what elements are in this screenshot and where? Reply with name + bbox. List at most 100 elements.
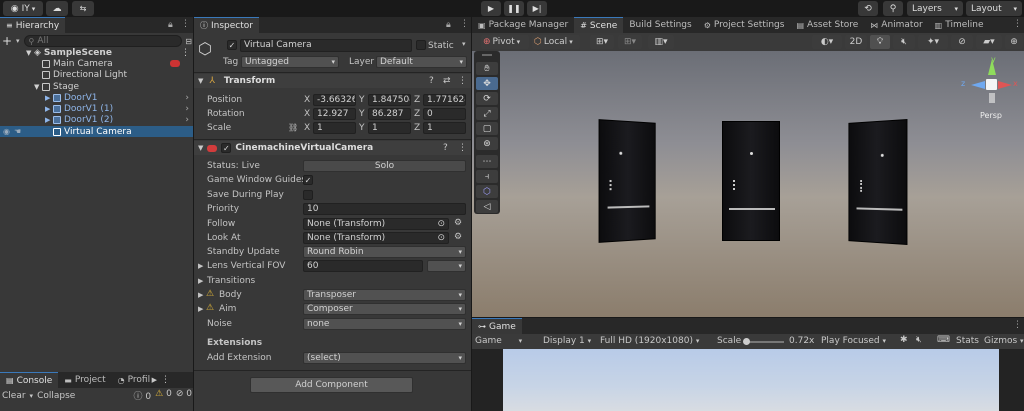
standby-update-dropdown[interactable]: Round Robin ▾ xyxy=(303,246,466,258)
tab-animator[interactable]: ⋈ Animator xyxy=(864,17,928,33)
expand-arrow-icon[interactable]: ▶ xyxy=(45,116,50,124)
noise-dropdown[interactable]: none ▾ xyxy=(303,318,466,330)
kebab-menu-icon[interactable]: ⋮ xyxy=(181,19,190,29)
gizmos-button[interactable]: Gizmos ▾ xyxy=(984,336,1024,346)
position-x-field[interactable]: -3.66326 xyxy=(313,94,356,106)
lighting-toggle[interactable]: 💡︎ xyxy=(870,35,890,49)
play-focused-dropdown[interactable]: Play Focused ▾ xyxy=(821,336,886,346)
bug-icon[interactable]: ✱ xyxy=(900,335,908,345)
play-button[interactable]: ▶ xyxy=(481,1,501,16)
custom-tool-4[interactable]: ◁ xyxy=(476,200,498,213)
expand-arrow-icon[interactable]: ▶ xyxy=(198,262,203,270)
static-checkbox[interactable] xyxy=(416,40,426,50)
lens-preset-dropdown[interactable]: ▾ xyxy=(427,260,466,272)
add-extension-dropdown[interactable]: (select) ▾ xyxy=(303,352,466,364)
rotate-tool[interactable]: ⟳ xyxy=(476,92,498,105)
history-button[interactable]: ⟲ xyxy=(858,1,878,16)
search-button[interactable]: ⚲ xyxy=(883,1,903,16)
align-button[interactable]: ▥▾ xyxy=(648,35,674,49)
audio-toggle[interactable]: 🔇︎ xyxy=(893,35,915,49)
tab-project[interactable]: ▬ Project xyxy=(58,372,111,388)
display-dropdown[interactable]: Display 1 ▾ xyxy=(543,336,591,346)
preset-icon[interactable]: ⇄ xyxy=(443,76,451,86)
cloud-button[interactable]: ☁ xyxy=(46,1,68,16)
save-during-play-checkbox[interactable] xyxy=(303,190,313,200)
gear-icon[interactable]: ⚙ xyxy=(454,218,462,228)
game-window-guides-checkbox[interactable]: ✓ xyxy=(303,175,313,185)
expand-arrow-icon[interactable]: ▶ xyxy=(45,105,50,113)
rect-tool[interactable]: ▢ xyxy=(476,122,498,135)
tab-hierarchy[interactable]: ≡ Hierarchy xyxy=(0,17,66,33)
filter-icon[interactable]: ⊟ xyxy=(185,37,192,46)
position-y-field[interactable]: 1.847504 xyxy=(368,94,411,106)
custom-tool-3[interactable]: ⬡ xyxy=(476,185,498,198)
kebab-menu-icon[interactable]: ⋮ xyxy=(460,19,469,29)
gear-icon[interactable]: ⚙ xyxy=(454,232,462,242)
grid-snap-button[interactable]: ⊞▾ xyxy=(590,35,614,49)
tab-build-settings[interactable]: Build Settings xyxy=(623,17,697,33)
hierarchy-item-doorv1-1[interactable]: ▶ DoorV1 (1) › xyxy=(0,103,193,114)
collab-button[interactable]: ⇆ xyxy=(72,1,94,16)
tab-package-manager[interactable]: ▣ Package Manager xyxy=(472,17,574,33)
chevron-down-icon[interactable]: ▾ xyxy=(462,40,466,48)
layout-dropdown[interactable]: Layout ▾ xyxy=(966,1,1022,16)
resolution-dropdown[interactable]: Full HD (1920x1080) ▾ xyxy=(600,336,699,346)
constrain-proportions-icon[interactable]: ⛓ xyxy=(288,123,298,132)
add-button[interactable]: + xyxy=(2,34,16,48)
tab-console[interactable]: ▤ Console xyxy=(0,372,59,388)
stats-button[interactable]: Stats xyxy=(956,336,979,346)
chevron-right-icon[interactable]: › xyxy=(185,104,189,114)
tab-game[interactable]: ⊶ Game xyxy=(472,318,522,334)
expand-arrow-icon[interactable]: ▼ xyxy=(26,49,31,57)
effects-toggle[interactable]: ✦▾ xyxy=(918,35,948,49)
tab-scene[interactable]: # Scene xyxy=(574,17,624,33)
add-component-button[interactable]: Add Component xyxy=(250,377,413,393)
mode-2d-button[interactable]: 2D xyxy=(845,35,867,49)
kebab-menu-icon[interactable]: ⋮ xyxy=(458,76,467,86)
help-icon[interactable]: ? xyxy=(429,76,434,86)
scale-y-field[interactable]: 1 xyxy=(368,122,411,134)
kebab-menu-icon[interactable]: ⋮ xyxy=(1013,320,1022,330)
clear-button[interactable]: Clear xyxy=(2,391,26,401)
door-object[interactable] xyxy=(722,121,780,241)
lens-fov-field[interactable]: 60 xyxy=(303,260,423,272)
scale-slider-track[interactable] xyxy=(744,341,784,343)
tab-project-settings[interactable]: ⚙ Project Settings xyxy=(698,17,791,33)
kebab-menu-icon[interactable]: ⋮ xyxy=(161,375,170,385)
object-picker-icon[interactable]: ⊙ xyxy=(437,233,445,243)
lock-icon[interactable]: 🔒︎ xyxy=(168,20,173,30)
position-z-field[interactable]: 1.771624 xyxy=(423,94,466,106)
rotation-y-field[interactable]: 86.287 xyxy=(368,108,411,120)
pickable-hand-icon[interactable]: ☚ xyxy=(14,127,21,136)
scene-viewport[interactable]: ✋︎ ✥ ⟳ ⤢ ▢ ⊛ ⋯ ⫞ ⬡ ◁ y z x Persp xyxy=(472,51,1024,317)
tab-overflow-arrow-icon[interactable]: ▶ xyxy=(152,376,157,384)
object-name-input[interactable]: Virtual Camera xyxy=(240,39,412,52)
rotation-x-field[interactable]: 12.927 xyxy=(313,108,356,120)
mute-icon[interactable]: 🔇︎ xyxy=(916,335,922,345)
scene-visibility-toggle[interactable]: ⊘ xyxy=(951,35,973,49)
scale-slider-handle[interactable] xyxy=(743,338,750,345)
active-checkbox[interactable]: ✓ xyxy=(227,40,237,50)
keyboard-icon[interactable]: ⌨ xyxy=(937,335,950,345)
tab-timeline[interactable]: ▥ Timeline xyxy=(929,17,990,33)
custom-tool-1[interactable]: ⋯ xyxy=(476,155,498,168)
layers-dropdown[interactable]: Layers ▾ xyxy=(907,1,963,16)
component-enabled-checkbox[interactable]: ✓ xyxy=(221,143,232,153)
chevron-right-icon[interactable]: › xyxy=(185,115,189,125)
tag-dropdown[interactable]: Untagged ▾ xyxy=(241,56,339,68)
info-count[interactable]: ⓘ 0 xyxy=(134,389,152,402)
body-dropdown[interactable]: Transposer ▾ xyxy=(303,289,466,301)
local-toggle[interactable]: ⬡ Local ▾ xyxy=(532,35,580,49)
chevron-down-icon[interactable]: ▾ xyxy=(30,392,34,400)
gizmos-toggle[interactable]: ⊕ xyxy=(1005,35,1023,49)
kebab-menu-icon[interactable]: ⋮ xyxy=(458,143,467,153)
layer-dropdown[interactable]: Default ▾ xyxy=(376,56,467,68)
scale-x-field[interactable]: 1 xyxy=(313,122,356,134)
follow-field[interactable]: None (Transform) ⊙ xyxy=(303,218,449,230)
transform-tool[interactable]: ⊛ xyxy=(476,137,498,150)
perspective-label[interactable]: Persp xyxy=(980,111,1002,120)
neg-y-cone[interactable] xyxy=(989,93,995,103)
expand-arrow-icon[interactable]: ▶ xyxy=(45,94,50,102)
hierarchy-item-directional-light[interactable]: Directional Light xyxy=(0,69,193,80)
gizmo-center-cube[interactable] xyxy=(986,79,997,90)
